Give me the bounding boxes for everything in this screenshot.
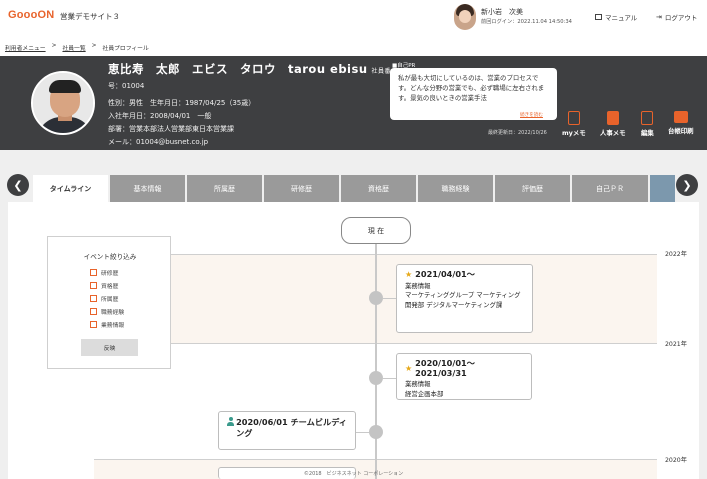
filter-option-qualification[interactable]: 資格歴 bbox=[90, 281, 118, 290]
timeline-connector bbox=[383, 298, 396, 299]
hr-memo-icon bbox=[606, 111, 619, 125]
tabs-next-button[interactable]: ❯ bbox=[676, 174, 698, 196]
breadcrumb-user-menu[interactable]: 利用者メニュー bbox=[5, 43, 46, 52]
profile-name-text: 恵比寿 太郎 エビス タロウ tarou ebisu bbox=[108, 62, 368, 76]
hire-date: 入社年月日：2008/04/01 一般 bbox=[108, 112, 212, 120]
event-filter-panel: イベント絞り込み 研修歴 資格歴 所属歴 職務経験 業務情報 反映 bbox=[47, 236, 171, 369]
timeline-event-card[interactable]: 2020/06/01 チームビルディング bbox=[218, 411, 356, 450]
chevron-left-icon: ❮ bbox=[13, 178, 23, 192]
last-updated: 最終更新日：2022/10/26 bbox=[488, 130, 547, 136]
now-marker: 現 在 bbox=[341, 217, 411, 244]
filter-option-label: 所属歴 bbox=[101, 297, 119, 303]
department: 部署：営業本部法人営業部東日本営業課 bbox=[108, 125, 234, 133]
site-title: 営業デモサイト３ bbox=[60, 12, 120, 21]
pr-read-more-link[interactable]: 続きを読む bbox=[520, 112, 543, 118]
filter-option-training[interactable]: 研修歴 bbox=[90, 268, 118, 277]
event-date: 2021/04/01～ bbox=[415, 269, 475, 279]
print-label: 台帳印刷 bbox=[668, 127, 694, 135]
breadcrumb-separator: > bbox=[51, 43, 57, 49]
timeline-event-card[interactable]: ★ 2021/04/01～ 業務情報 マーケティンググループ マーケティング開発部… bbox=[396, 264, 533, 333]
filter-option-label: 業務情報 bbox=[101, 323, 125, 329]
filter-option-label: 資格歴 bbox=[101, 284, 119, 290]
manual-link[interactable]: マニュアル bbox=[595, 12, 637, 22]
pr-text: 私が最も大切にしているのは、営業のプロセスです。どんな分野の営業でも、必ず職場に… bbox=[398, 74, 545, 102]
tab-timeline[interactable]: タイムライン bbox=[33, 175, 108, 205]
filter-title: イベント絞り込み bbox=[83, 253, 137, 261]
person-icon bbox=[227, 417, 235, 426]
gender-birth: 性別：男性 生年月日：1987/04/25（35歳） bbox=[108, 99, 256, 107]
footer-copyright: ©2018 ビジネスネット コーポレーション bbox=[303, 471, 404, 477]
tab-evaluation-history[interactable]: 評価歴 bbox=[495, 175, 570, 202]
checkbox[interactable] bbox=[90, 295, 97, 302]
profile-header: 恵比寿 太郎 エビス タロウ tarou ebisu 社員番 号：01004 性別… bbox=[0, 56, 707, 150]
breadcrumb-current: 社員プロフィール bbox=[102, 46, 149, 52]
filter-option-label: 職務経験 bbox=[101, 310, 125, 316]
logout-label: ログアウト bbox=[664, 14, 698, 22]
tabs-prev-button[interactable]: ❮ bbox=[7, 174, 29, 196]
app-logo[interactable]: GoooON bbox=[8, 9, 54, 21]
breadcrumb: 利用者メニュー > 社員一覧 > 社員プロフィール bbox=[5, 43, 149, 52]
checkbox[interactable] bbox=[90, 282, 97, 289]
timeline-connector bbox=[383, 378, 396, 379]
chevron-right-icon: ❯ bbox=[682, 178, 692, 192]
timeline-dot bbox=[369, 425, 383, 439]
star-icon: ★ bbox=[405, 363, 413, 373]
profile-photo bbox=[31, 71, 95, 135]
breadcrumb-separator: > bbox=[91, 43, 97, 49]
tab-more[interactable] bbox=[650, 175, 675, 202]
filter-option-label: 研修歴 bbox=[101, 271, 119, 277]
timeline-axis bbox=[375, 240, 377, 479]
timeline-event-card[interactable]: ★ 2020/10/01～2021/03/31 業務情報 経営企画本部 bbox=[396, 353, 532, 400]
employee-number: 号：01004 bbox=[108, 82, 145, 90]
user-avatar[interactable] bbox=[454, 4, 476, 30]
timeline-dot bbox=[369, 371, 383, 385]
checkbox[interactable] bbox=[90, 269, 97, 276]
tab-training-history[interactable]: 研修歴 bbox=[264, 175, 339, 202]
book-icon bbox=[595, 14, 602, 20]
event-date: 2020/06/01 チームビルディング bbox=[236, 417, 347, 438]
event-detail: マーケティンググループ マーケティング開発部 デジタルマーケティング課 bbox=[405, 291, 521, 309]
logout-icon: ⇥ bbox=[656, 13, 662, 21]
print-icon bbox=[673, 111, 688, 123]
star-icon: ★ bbox=[405, 270, 413, 279]
memo-icon bbox=[567, 111, 580, 125]
event-category: 業務情報 bbox=[405, 380, 431, 388]
event-date: 2020/10/01～2021/03/31 bbox=[415, 358, 475, 378]
last-login-text: 前回ログイン：2022.11.04 14:50:34 bbox=[481, 19, 572, 25]
my-memo-button[interactable]: myメモ bbox=[562, 111, 586, 137]
user-name: 新小岩 次美 bbox=[481, 8, 523, 16]
manual-label: マニュアル bbox=[605, 14, 638, 22]
breadcrumb-employee-list[interactable]: 社員一覧 bbox=[62, 43, 85, 52]
apply-filter-button[interactable]: 反映 bbox=[81, 339, 138, 356]
checkbox[interactable] bbox=[90, 308, 97, 315]
tab-work-experience[interactable]: 職務経験 bbox=[418, 175, 493, 202]
event-detail: 経営企画本部 bbox=[405, 389, 444, 398]
my-memo-label: myメモ bbox=[562, 129, 586, 137]
tab-basic-info[interactable]: 基本情報 bbox=[110, 175, 185, 202]
hr-memo-button[interactable]: 人事メモ bbox=[600, 111, 626, 137]
year-label: 2020年 bbox=[665, 457, 687, 464]
filter-option-business-info[interactable]: 業務情報 bbox=[90, 320, 124, 329]
edit-button[interactable]: 編集 bbox=[641, 111, 654, 137]
employee-number-label: 社員番 bbox=[371, 68, 392, 75]
filter-option-affiliation[interactable]: 所属歴 bbox=[90, 294, 118, 303]
email: メール：01004@busnet.co.jp bbox=[108, 138, 209, 146]
tab-qualification-history[interactable]: 資格歴 bbox=[341, 175, 416, 202]
top-bar: GoooON 営業デモサイト３ 新小岩 次美 前回ログイン：2022.11.04… bbox=[0, 0, 707, 34]
timeline-dot bbox=[369, 291, 383, 305]
edit-icon bbox=[641, 111, 654, 125]
event-category: 業務情報 bbox=[405, 281, 431, 290]
timeline-connector bbox=[356, 432, 369, 433]
filter-option-work-experience[interactable]: 職務経験 bbox=[90, 307, 124, 316]
year-label: 2021年 bbox=[665, 341, 687, 348]
edit-label: 編集 bbox=[641, 129, 654, 137]
tab-affiliation-history[interactable]: 所属歴 bbox=[187, 175, 262, 202]
tab-self-pr[interactable]: 自己ＰＲ bbox=[572, 175, 648, 202]
hr-memo-label: 人事メモ bbox=[600, 129, 626, 137]
year-label: 2022年 bbox=[665, 251, 687, 258]
logout-link[interactable]: ⇥ ログアウト bbox=[656, 12, 697, 22]
print-button[interactable]: 台帳印刷 bbox=[668, 111, 694, 135]
checkbox[interactable] bbox=[90, 321, 97, 328]
profile-name: 恵比寿 太郎 エビス タロウ tarou ebisu 社員番 bbox=[108, 61, 391, 77]
